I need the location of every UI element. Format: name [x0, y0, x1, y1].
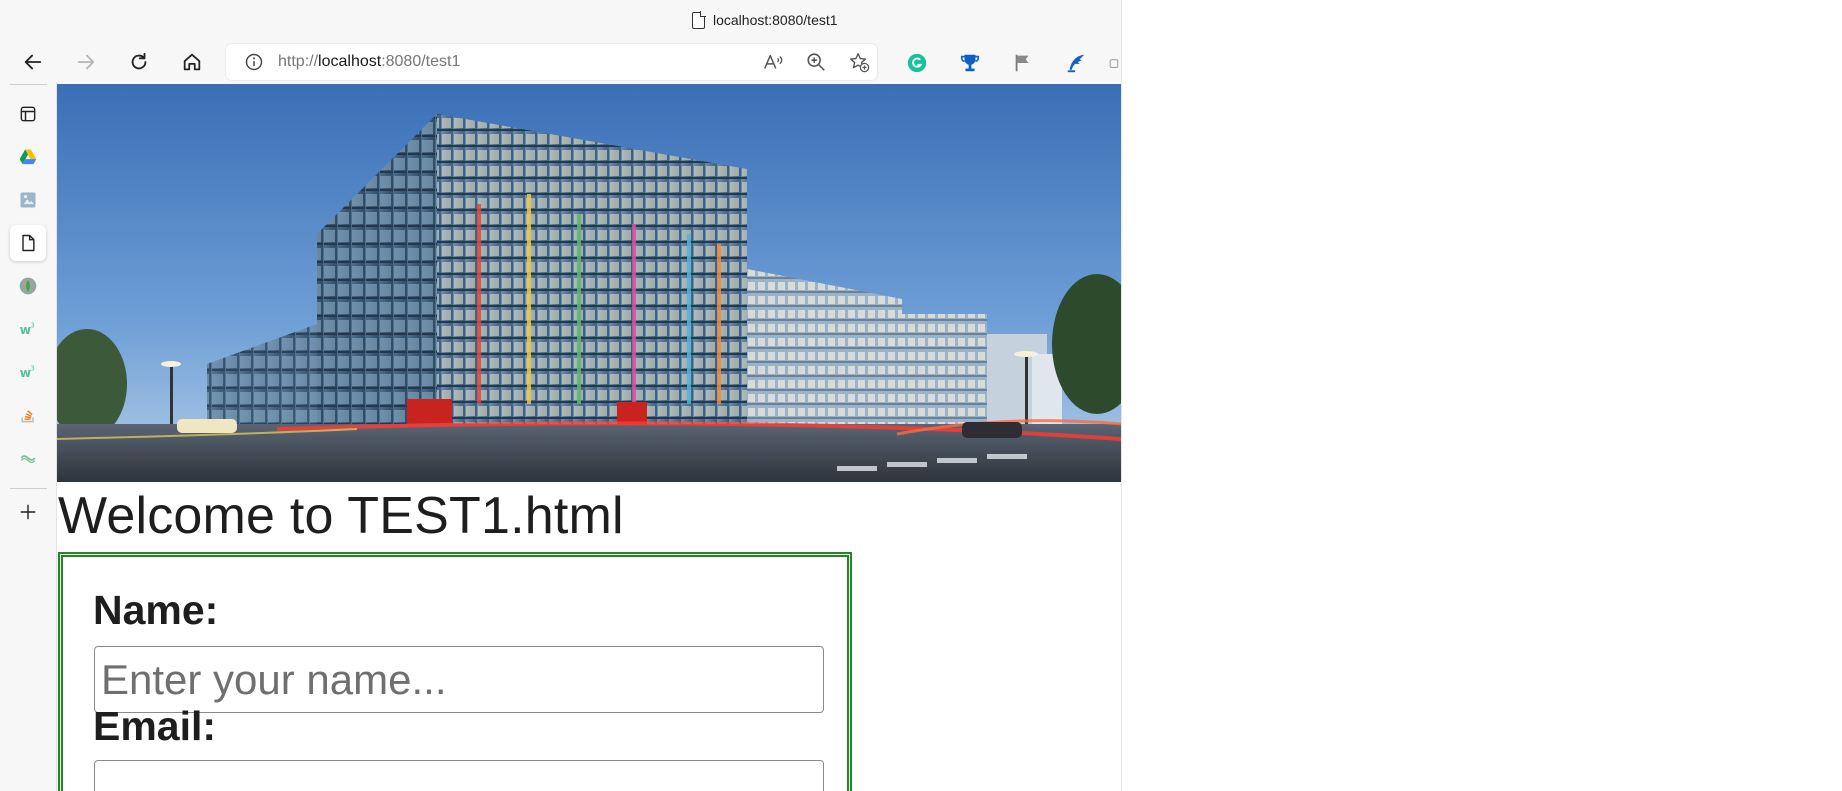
tabs-icon	[20, 106, 36, 122]
sidebar-tab-google-drive[interactable]	[10, 139, 46, 175]
sidebar-divider	[10, 84, 47, 85]
page-title: Welcome to TEST1.html	[58, 487, 624, 545]
site-info-icon[interactable]	[244, 52, 264, 72]
back-button[interactable]	[13, 42, 53, 82]
add-sidebar-tab-button[interactable]	[10, 494, 46, 530]
extensions-overflow-button[interactable]	[1108, 51, 1121, 75]
home-button[interactable]	[172, 42, 212, 82]
extension-puzzle-icon	[1109, 59, 1119, 68]
mongodb-leaf-icon	[19, 277, 37, 295]
sidebar-tab-current-page[interactable]	[10, 225, 46, 261]
trophy-extension-button[interactable]	[958, 51, 982, 75]
page-content: Welcome to TEST1.html Name: Email:	[57, 84, 1121, 791]
email-label: Email:	[93, 703, 217, 749]
link-icon	[20, 455, 36, 463]
svg-text:3: 3	[31, 364, 35, 372]
back-arrow-icon	[24, 54, 42, 70]
hero-image	[57, 84, 1121, 482]
sidebar-divider	[10, 488, 47, 489]
zoom-icon	[807, 53, 825, 71]
sidebar-tab-stackoverflow[interactable]	[10, 397, 46, 433]
url-path: :8080/test1	[381, 53, 461, 70]
flag-icon	[1015, 54, 1029, 72]
add-favorite-button[interactable]	[848, 51, 870, 73]
title-bar: localhost:8080/test1	[0, 0, 1121, 42]
flag-extension-button[interactable]	[1011, 51, 1035, 75]
window-title: localhost:8080/test1	[692, 9, 838, 31]
address-bar[interactable]: http://localhost:8080/test1	[226, 44, 877, 80]
vertical-sidebar: w3 w3	[0, 82, 57, 791]
read-aloud-button[interactable]	[762, 51, 784, 73]
browser-window: localhost:8080/test1 http://localhost:80…	[0, 0, 1121, 791]
google-drive-icon	[19, 149, 37, 165]
refresh-icon	[131, 52, 147, 70]
window-title-text: localhost:8080/test1	[713, 12, 838, 28]
form-container: Name: Email:	[58, 552, 852, 791]
page-file-icon	[692, 10, 706, 29]
grammarly-extension-button[interactable]	[905, 51, 929, 75]
document-icon	[22, 234, 35, 252]
building-photo	[57, 84, 1121, 482]
sidebar-tab-image-favicon[interactable]	[10, 182, 46, 218]
sidebar-tab-generic-site[interactable]	[10, 440, 46, 476]
svg-text:3: 3	[31, 321, 35, 329]
w3schools-icon: w3	[20, 321, 35, 337]
window-edge	[1121, 0, 1122, 791]
grammarly-icon	[907, 53, 927, 73]
sidebar-tab-w3schools-1[interactable]: w3	[10, 311, 46, 347]
star-add-icon	[850, 53, 870, 73]
stack-overflow-icon	[21, 410, 34, 423]
writing-extension-button[interactable]	[1064, 51, 1088, 75]
read-aloud-icon	[764, 54, 783, 69]
url-scheme: http://	[278, 53, 319, 70]
address-url: http://localhost:8080/test1	[278, 53, 460, 71]
home-icon	[183, 53, 201, 71]
plus-icon	[20, 504, 36, 520]
trophy-icon	[960, 54, 980, 72]
forward-button[interactable]	[66, 42, 106, 82]
w3schools-icon: w3	[20, 364, 35, 380]
thumbnail-icon	[20, 192, 36, 208]
zoom-button[interactable]	[805, 51, 827, 73]
sidebar-tab-mongodb[interactable]	[10, 268, 46, 304]
forward-arrow-icon	[77, 54, 95, 70]
sidebar-tab-w3schools-2[interactable]: w3	[10, 354, 46, 390]
name-label: Name:	[93, 587, 219, 633]
quill-icon	[1067, 54, 1085, 73]
tab-actions-button[interactable]	[10, 96, 46, 132]
email-input[interactable]	[94, 760, 824, 791]
url-host: localhost	[318, 53, 382, 70]
browser-toolbar: http://localhost:8080/test1	[0, 42, 1121, 82]
refresh-button[interactable]	[119, 42, 159, 82]
